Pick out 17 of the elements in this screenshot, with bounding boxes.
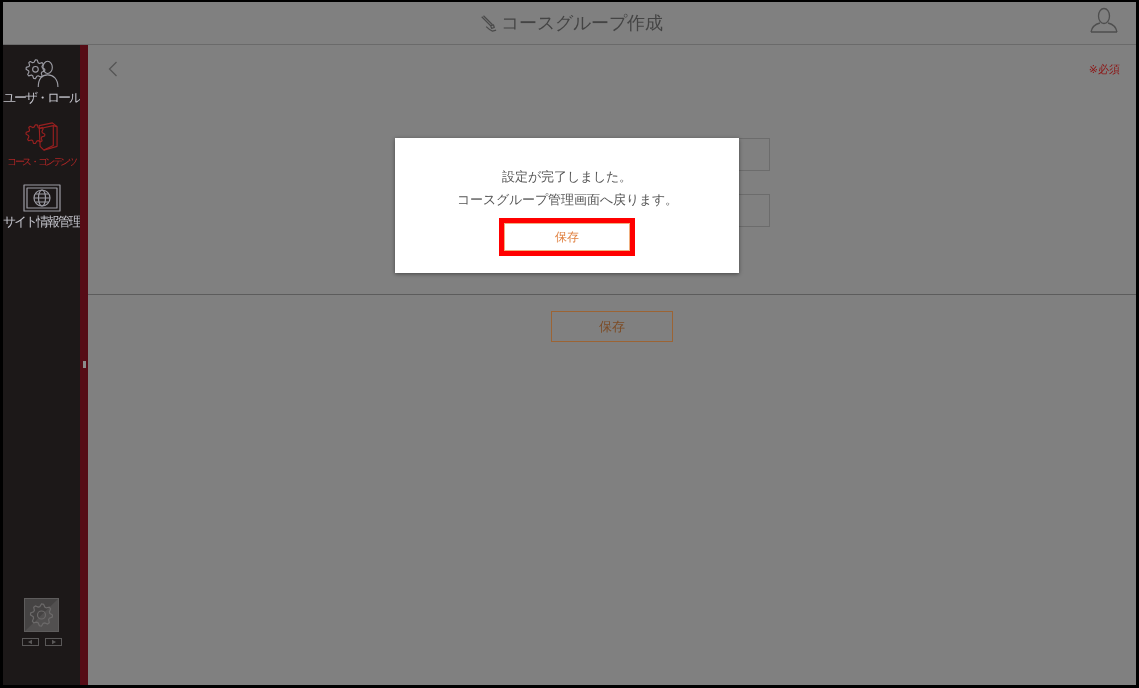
globe-monitor-icon — [22, 184, 61, 212]
gear-box-icon — [22, 120, 61, 152]
back-icon[interactable] — [108, 61, 118, 77]
gear-tile-icon[interactable] — [24, 598, 59, 632]
sidebar-item[interactable]: ユーザ・ロール — [3, 58, 80, 105]
user-icon[interactable] — [1090, 7, 1118, 33]
right-arrow-box-icon[interactable] — [44, 638, 62, 646]
dialog-message: コースグループ管理画面へ戻ります。 — [456, 191, 678, 209]
collapse-handle[interactable] — [83, 361, 86, 368]
save-button[interactable]: 保存 — [504, 223, 630, 251]
save-button[interactable]: 保存 — [551, 311, 673, 342]
left-arrow-box-icon[interactable] — [21, 638, 39, 646]
page-title: コースグループ作成 — [500, 12, 663, 34]
required-note: ※必須 — [1088, 63, 1120, 77]
gear-person-icon — [22, 58, 61, 88]
sidebar-item[interactable]: コース・コンテンツ — [7, 120, 76, 169]
dialog-message: 設定が完了しました。 — [502, 168, 632, 186]
